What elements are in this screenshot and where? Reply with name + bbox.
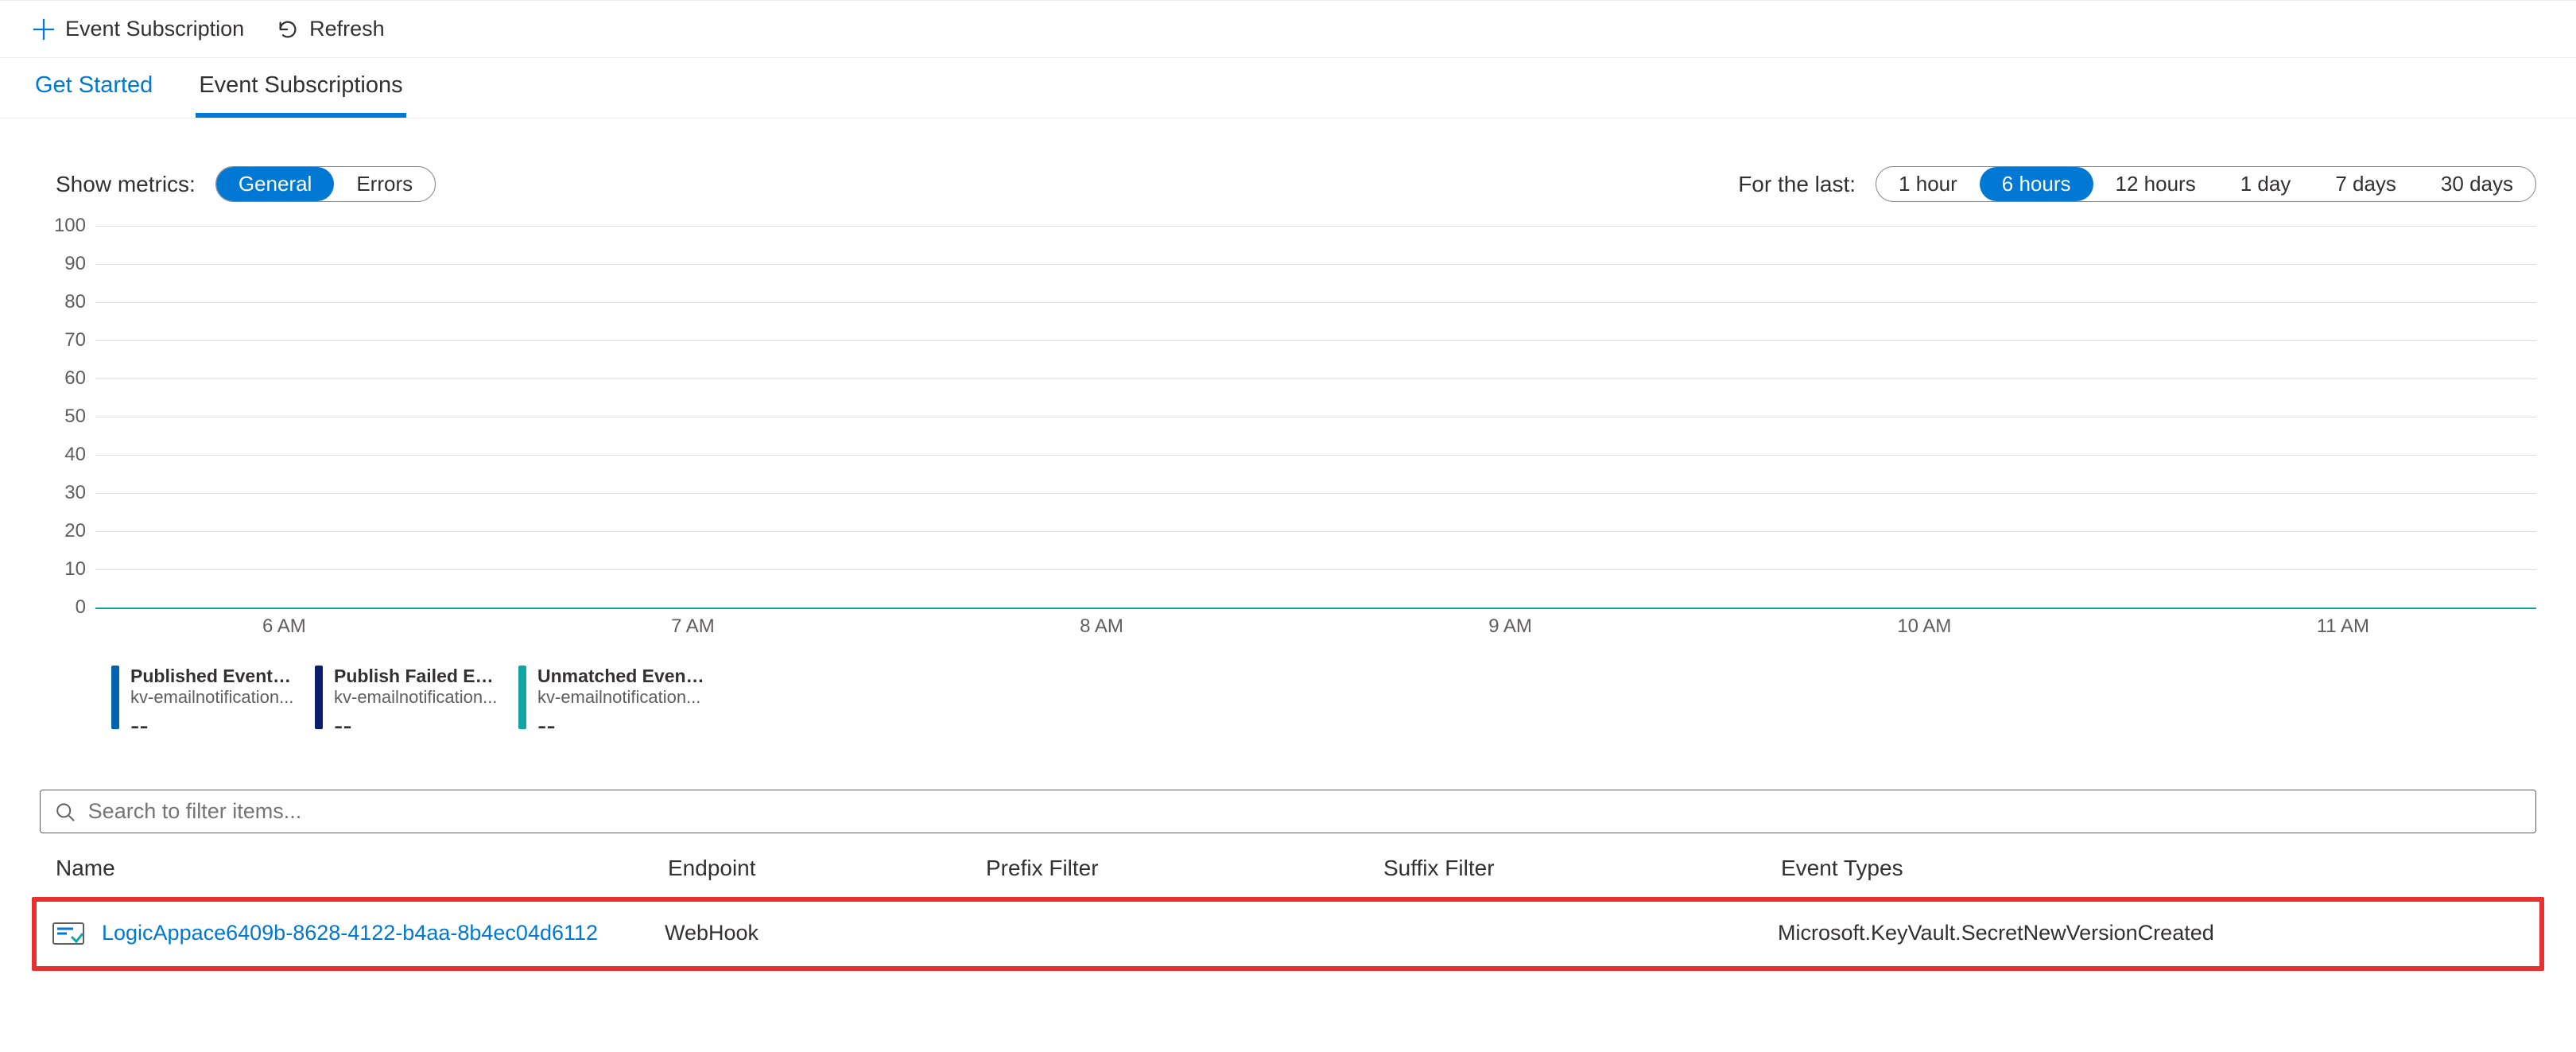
time-option-6h[interactable]: 6 hours xyxy=(1980,167,2093,201)
tab-get-started[interactable]: Get Started xyxy=(32,72,156,118)
legend-item[interactable]: Published Events (Sum)kv-emailnotificati… xyxy=(111,666,297,742)
legend-series-source: kv-emailnotification... xyxy=(334,687,501,708)
y-tick: 40 xyxy=(64,444,95,466)
col-event-types[interactable]: Event Types xyxy=(1781,856,2528,881)
metrics-option-errors[interactable]: Errors xyxy=(334,167,435,201)
row-endpoint: WebHook xyxy=(665,921,983,945)
time-range-toggle: 1 hour 6 hours 12 hours 1 day 7 days 30 … xyxy=(1876,166,2536,202)
time-option-7d[interactable]: 7 days xyxy=(2313,167,2419,201)
time-option-30d[interactable]: 30 days xyxy=(2419,167,2535,201)
plus-icon xyxy=(32,17,56,41)
legend-series-value: -- xyxy=(537,711,704,742)
time-option-1d[interactable]: 1 day xyxy=(2218,167,2314,201)
search-input[interactable] xyxy=(87,798,2521,825)
refresh-label: Refresh xyxy=(309,17,385,41)
x-tick: 7 AM xyxy=(671,615,715,638)
add-event-subscription-label: Event Subscription xyxy=(65,17,244,41)
col-suffix-filter[interactable]: Suffix Filter xyxy=(1383,856,1781,881)
legend-series-source: kv-emailnotification... xyxy=(130,687,297,708)
row-event-types: Microsoft.KeyVault.SecretNewVersionCreat… xyxy=(1778,921,2524,945)
x-tick: 6 AM xyxy=(262,615,306,638)
x-tick: 8 AM xyxy=(1080,615,1123,638)
search-icon xyxy=(55,802,76,822)
legend-series-name: Unmatched Events (Sum) xyxy=(537,666,704,687)
y-tick: 70 xyxy=(64,329,95,351)
command-bar: Event Subscription Refresh xyxy=(0,0,2576,58)
refresh-icon xyxy=(276,17,300,41)
legend-series-value: -- xyxy=(334,711,501,742)
y-tick: 0 xyxy=(76,596,95,619)
table-header: Name Endpoint Prefix Filter Suffix Filte… xyxy=(32,841,2544,897)
table-row[interactable]: LogicAppace6409b-8628-4122-b4aa-8b4ec04d… xyxy=(32,897,2544,971)
x-tick: 9 AM xyxy=(1488,615,1532,638)
legend-series-name: Publish Failed Event... xyxy=(334,666,501,687)
metrics-option-general[interactable]: General xyxy=(216,167,335,201)
col-endpoint[interactable]: Endpoint xyxy=(668,856,986,881)
refresh-button[interactable]: Refresh xyxy=(276,17,385,41)
y-tick: 50 xyxy=(64,406,95,428)
y-tick: 20 xyxy=(64,520,95,542)
col-name[interactable]: Name xyxy=(56,856,668,881)
metrics-toggle: General Errors xyxy=(215,166,436,202)
legend-series-source: kv-emailnotification... xyxy=(537,687,704,708)
subscriptions-table: Name Endpoint Prefix Filter Suffix Filte… xyxy=(32,841,2544,971)
row-name-link[interactable]: LogicAppace6409b-8628-4122-b4aa-8b4ec04d… xyxy=(102,921,665,945)
for-the-last-label: For the last: xyxy=(1738,172,1856,197)
legend-series-value: -- xyxy=(130,711,297,742)
y-tick: 10 xyxy=(64,558,95,580)
y-tick: 60 xyxy=(64,367,95,390)
time-option-12h[interactable]: 12 hours xyxy=(2093,167,2218,201)
metrics-chart: 0102030405060708090100 6 AM7 AM8 AM9 AM1… xyxy=(48,226,2536,742)
show-metrics-label: Show metrics: xyxy=(56,172,196,197)
y-tick: 100 xyxy=(54,215,95,237)
legend-item[interactable]: Publish Failed Event...kv-emailnotificat… xyxy=(315,666,501,742)
tab-strip: Get Started Event Subscriptions xyxy=(0,58,2576,118)
search-box[interactable] xyxy=(40,790,2536,833)
x-tick: 10 AM xyxy=(1897,615,1951,638)
col-prefix-filter[interactable]: Prefix Filter xyxy=(986,856,1383,881)
y-tick: 30 xyxy=(64,482,95,504)
y-tick: 90 xyxy=(64,253,95,275)
time-option-1h[interactable]: 1 hour xyxy=(1876,167,1980,201)
event-subscription-icon xyxy=(52,922,84,945)
legend-item[interactable]: Unmatched Events (Sum)kv-emailnotificati… xyxy=(518,666,704,742)
x-tick: 11 AM xyxy=(2317,615,2369,638)
add-event-subscription-button[interactable]: Event Subscription xyxy=(32,17,244,41)
tab-event-subscriptions[interactable]: Event Subscriptions xyxy=(196,72,405,118)
y-tick: 80 xyxy=(64,291,95,313)
legend-series-name: Published Events (Sum) xyxy=(130,666,297,687)
